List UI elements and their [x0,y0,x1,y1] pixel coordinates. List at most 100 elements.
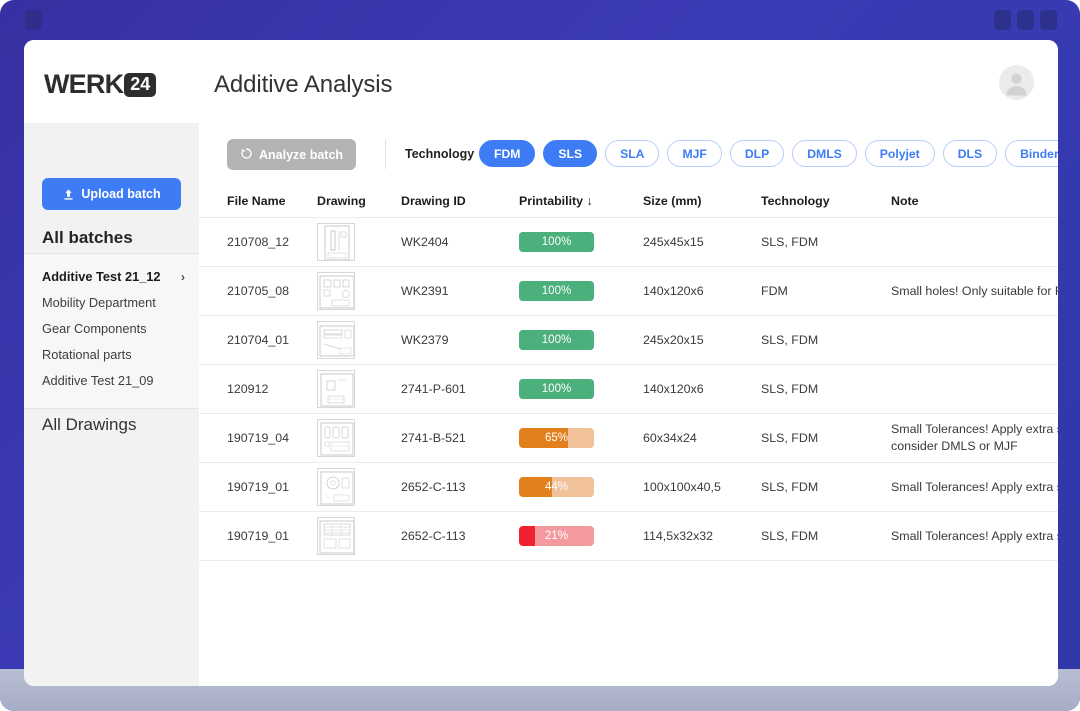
printability-value: 100% [541,285,572,297]
table-column-header: Drawing [317,194,366,208]
batch-list-item-label: Gear Components [42,321,147,336]
cell-drawing-id: WK2379 [401,333,449,347]
technology-chip-polyjet[interactable]: Polyjet [864,140,935,167]
cell-printability: 100% [519,281,625,301]
printability-bar: 21% [519,526,594,546]
technology-chip-group: FDM SLS SLA MJF DLP DMLS Polyjet DLS Binder Jett… [479,140,1058,167]
cell-file-name: 210705_08 [227,284,290,298]
app-header: WERK 24 Additive Analysis [24,40,1058,123]
cell-printability: 100% [519,379,625,399]
toolbar-divider [385,139,386,169]
technology-filter-label: Technology [405,147,475,161]
upload-icon [62,188,75,201]
drawing-thumbnail-icon [317,223,355,261]
printability-value: 65% [544,432,569,444]
batch-list-item[interactable]: Additive Test 21_12 › [24,264,199,290]
technology-chip-sla[interactable]: SLA [605,140,660,167]
cell-drawing-thumbnail[interactable] [317,321,383,359]
cell-drawing-thumbnail[interactable] [317,419,383,457]
cell-drawing-thumbnail[interactable] [317,223,383,261]
batch-list: Additive Test 21_12 › Mobility Department G… [24,253,199,409]
cell-note: Small Tolerances! Apply extra steps or c… [891,422,1058,453]
sidebar: Upload batch All batches Additive Test 2… [24,123,199,686]
cell-size: 140x120x6 [643,284,704,298]
batch-list-item[interactable]: Mobility Department [24,290,199,316]
technology-chip-binder-jetting[interactable]: Binder Jetting [1005,140,1058,167]
cell-drawing-thumbnail[interactable] [317,468,383,506]
cell-drawing-thumbnail[interactable] [317,517,383,555]
chevron-right-icon: › [181,270,185,284]
cell-file-name: 210704_01 [227,333,290,347]
cell-drawing-thumbnail[interactable] [317,272,383,310]
refresh-icon [240,147,253,163]
table-row[interactable]: 210704_01 WK2379 100% 245x20x15 SLS, FDM [199,316,1058,365]
cell-drawing-id: 2652-C-113 [401,480,466,494]
technology-chip-dls[interactable]: DLS [942,140,998,167]
cell-drawing-id: 2741-B-521 [401,431,466,445]
cell-note: Small Tolerances! Apply extra steps. [891,479,1058,494]
technology-chip-fdm[interactable]: FDM [479,140,536,167]
drawings-table: File Name Drawing Drawing ID Printability ↓… [199,185,1058,686]
main-panel: Analyze batch Technology FDM SLS SLA MJF DLP… [199,123,1058,686]
table-header-row: File Name Drawing Drawing ID Printability ↓… [199,185,1058,218]
table-column-header[interactable]: Printability ↓ [519,194,625,208]
analyze-batch-button[interactable]: Analyze batch [227,139,357,170]
titlebar-left-button[interactable] [25,10,42,30]
window-maximize-button[interactable] [1017,10,1034,30]
batch-list-item-label: Mobility Department [42,295,156,310]
avatar[interactable] [999,65,1034,100]
table-column-header: Size (mm) [643,194,702,208]
werk24-logo[interactable]: WERK 24 [44,69,157,100]
cell-drawing-id: WK2404 [401,235,449,249]
table-row[interactable]: 210705_08 WK2391 100% 140x120x6 FDM Small hol… [199,267,1058,316]
cell-drawing-thumbnail[interactable] [317,370,383,408]
cell-technology: SLS, FDM [761,235,819,249]
cell-drawing-id: 2741-P-601 [401,382,466,396]
printability-bar: 100% [519,330,594,350]
cell-technology: SLS, FDM [761,382,819,396]
batch-list-item[interactable]: Rotational parts [24,342,199,368]
table-column-header: Drawing ID [401,194,466,208]
drawing-thumbnail-icon [317,321,355,359]
all-drawings-heading[interactable]: All Drawings [42,415,136,435]
upload-batch-label: Upload batch [81,187,161,201]
table-row[interactable]: 190719_04 2741-B-521 65% 60x34x24 SLS, FDM Sm… [199,414,1058,463]
technology-chip-dlp[interactable]: DLP [729,140,785,167]
cell-printability: 21% [519,526,625,546]
technology-chip-dmls[interactable]: DMLS [792,140,857,167]
cell-size: 100x100x40,5 [643,480,721,494]
cell-drawing-id: WK2391 [401,284,449,298]
drawing-thumbnail-icon [317,468,355,506]
table-column-header: File Name [227,194,286,208]
batch-list-item-label: Additive Test 21_12 [42,269,161,284]
cell-drawing-id: 2652-C-113 [401,529,466,543]
window-minimize-button[interactable] [994,10,1011,30]
cell-technology: SLS, FDM [761,431,819,445]
cell-printability: 44% [519,477,625,497]
technology-chip-sls[interactable]: SLS [543,140,598,167]
cell-size: 114,5x32x32 [643,529,714,543]
printability-value: 44% [544,481,569,493]
table-row[interactable]: 190719_01 2652-C-113 44% 100x100x40,5 SLS, F… [199,463,1058,512]
upload-batch-button[interactable]: Upload batch [42,178,181,210]
table-column-header: Technology [761,194,830,208]
window-titlebar [0,0,1080,42]
printability-bar: 100% [519,232,594,252]
technology-chip-mjf[interactable]: MJF [667,140,722,167]
batch-list-item[interactable]: Additive Test 21_09 [24,368,199,394]
table-column-header: Note [891,194,919,208]
window-close-button[interactable] [1040,10,1057,30]
cell-printability: 100% [519,232,625,252]
table-row[interactable]: 120912 2741-P-601 100% 140x120x6 SLS, FDM [199,365,1058,414]
cell-file-name: 190719_04 [227,431,290,445]
cell-size: 60x34x24 [643,431,697,445]
cell-technology: SLS, FDM [761,480,819,494]
batch-list-item[interactable]: Gear Components [24,316,199,342]
batch-list-item-label: Additive Test 21_09 [42,373,154,388]
table-row[interactable]: 210708_12WK2404100%245x45x15SLS, FDM••• [199,218,1058,267]
table-row[interactable]: 190719_01 2652-C-113 21% 114,5x32x32 SLS, FD… [199,512,1058,561]
cell-file-name: 120912 [227,382,269,396]
cell-file-name: 190719_01 [227,480,290,494]
logo-badge: 24 [124,72,157,97]
printability-bar: 44% [519,477,594,497]
